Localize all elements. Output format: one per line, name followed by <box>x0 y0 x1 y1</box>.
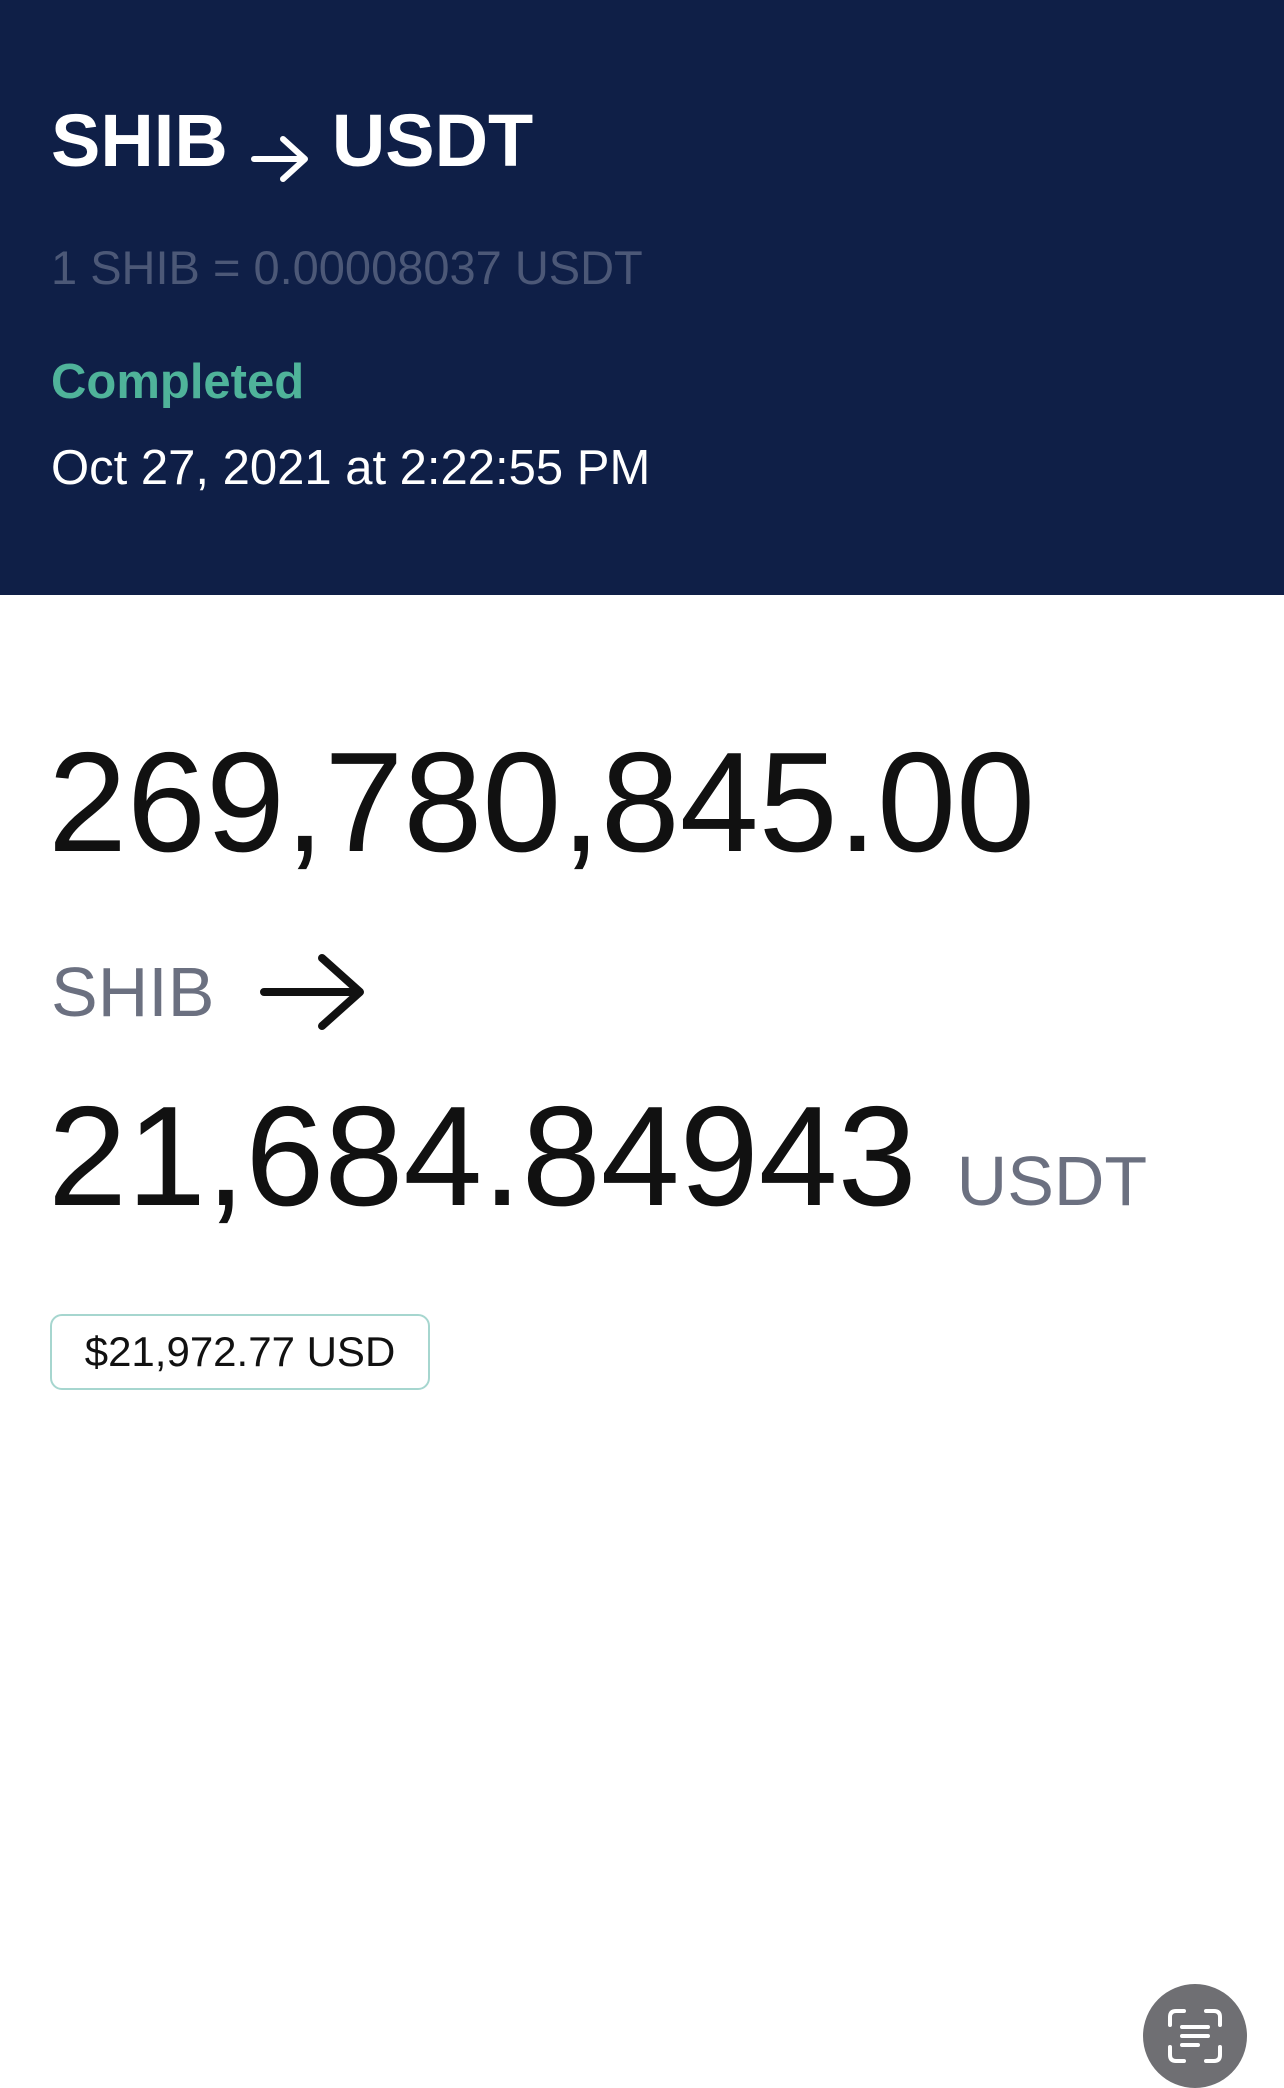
arrow-right-icon <box>250 116 312 182</box>
live-text-scan-button[interactable] <box>1143 1984 1247 2088</box>
to-amount: 21,684.84943 <box>48 1077 917 1236</box>
exchange-rate: 1 SHIB = 0.00008037 USDT <box>51 241 643 294</box>
header: SHIB USDT 1 SHIB = 0.00008037 USDT Compl… <box>0 0 1284 595</box>
from-currency-row: SHIB <box>51 950 368 1034</box>
arrow-right-icon <box>258 950 368 1034</box>
pair-title: SHIB USDT <box>51 98 533 183</box>
to-currency: USDT <box>956 1142 1148 1220</box>
from-amount: 269,780,845.00 <box>48 723 1036 882</box>
live-text-scan-icon <box>1168 2009 1222 2063</box>
status-label: Completed <box>51 355 305 409</box>
to-amount-row: 21,684.84943 USDT <box>48 1086 1147 1228</box>
transaction-datetime: Oct 27, 2021 at 2:22:55 PM <box>51 441 651 495</box>
from-symbol: SHIB <box>51 99 228 182</box>
usd-value-badge: $21,972.77 USD <box>50 1314 430 1390</box>
to-symbol: USDT <box>331 99 534 182</box>
from-currency: SHIB <box>51 953 215 1031</box>
